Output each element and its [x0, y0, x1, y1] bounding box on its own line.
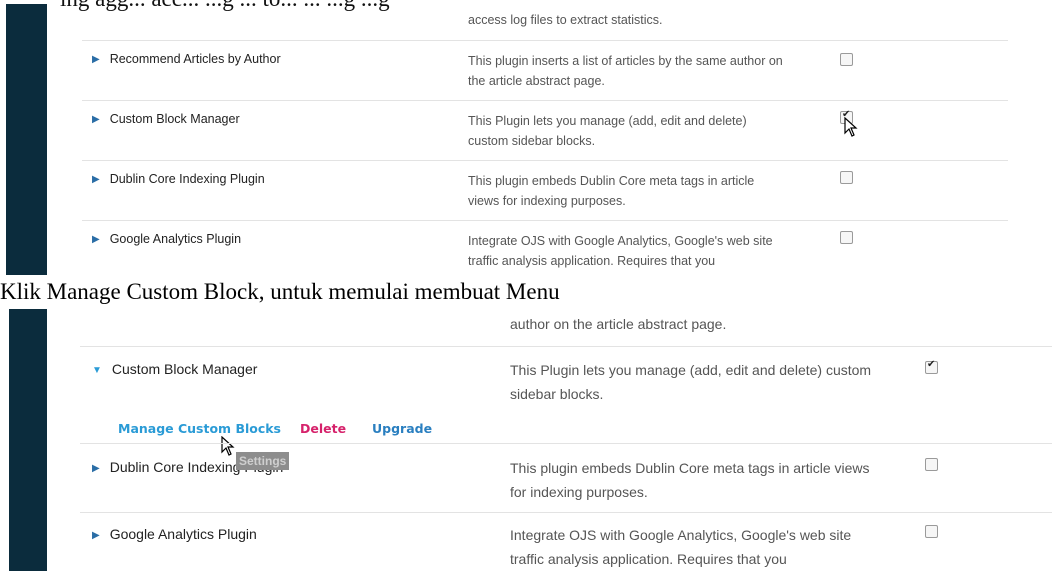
- plugin-name[interactable]: ▶ Google Analytics Plugin: [92, 232, 241, 246]
- tooltip: Settings: [236, 452, 290, 470]
- plugin-row-partial: ing agg... acc... ...g ... to... ... ...…: [60, 0, 1008, 41]
- plugin-desc: author on the article abstract page.: [510, 316, 727, 332]
- expand-arrow-icon[interactable]: ▶: [92, 174, 100, 185]
- enable-checkbox[interactable]: [925, 525, 938, 538]
- plugin-row[interactable]: ▶ Google Analytics Plugin Integrate OJS w…: [80, 511, 1052, 571]
- screenshot-plugin-list-2: author on the article abstract page. ▼ Cu…: [0, 309, 1052, 571]
- plugin-row[interactable]: ▶ Custom Block Manager This Plugin lets y…: [82, 100, 1008, 161]
- plugin-desc: This Plugin lets you manage (add, edit a…: [468, 114, 747, 148]
- sidebar-strip: [9, 309, 47, 571]
- plugin-desc: access log files to extract statistics.: [468, 13, 663, 27]
- manage-custom-blocks-link[interactable]: Manage Custom Blocks: [118, 421, 281, 436]
- sidebar-strip: [6, 4, 47, 275]
- plugin-row[interactable]: ▶ Recommend Articles by Author This plugi…: [82, 40, 1008, 101]
- plugin-desc: This plugin inserts a list of articles b…: [468, 54, 783, 88]
- collapse-arrow-icon[interactable]: ▼: [92, 365, 102, 376]
- instruction-caption: Klik Manage Custom Block, untuk memulai …: [0, 279, 560, 304]
- expand-arrow-icon[interactable]: ▶: [92, 463, 100, 474]
- plugin-desc: This Plugin lets you manage (add, edit a…: [510, 362, 872, 402]
- plugin-desc: This plugin embeds Dublin Core meta tags…: [468, 174, 755, 208]
- plugin-name[interactable]: ▶ Google Analytics Plugin: [92, 526, 257, 542]
- plugin-name[interactable]: ▶ Dublin Core Indexing Plugin: [92, 172, 265, 186]
- mouse-cursor-icon: [844, 117, 858, 137]
- expand-arrow-icon[interactable]: ▶: [92, 54, 100, 65]
- upgrade-link[interactable]: Upgrade: [372, 421, 432, 436]
- delete-link[interactable]: Delete: [300, 421, 346, 436]
- enable-checkbox[interactable]: [925, 359, 938, 374]
- enable-checkbox[interactable]: [840, 231, 853, 244]
- plugin-desc: Integrate OJS with Google Analytics, Goo…: [510, 527, 852, 567]
- plugin-name[interactable]: ▶ Recommend Articles by Author: [92, 52, 281, 66]
- plugin-row[interactable]: ▶ Dublin Core Indexing Plugin This plugin…: [80, 443, 1052, 513]
- plugin-row-partial: author on the article abstract page.: [80, 309, 1052, 347]
- enable-checkbox[interactable]: [925, 458, 938, 471]
- plugin-desc: This plugin embeds Dublin Core meta tags…: [510, 460, 870, 500]
- plugin-row[interactable]: ▶ Google Analytics Plugin Integrate OJS w…: [82, 220, 1008, 275]
- plugin-desc: Integrate OJS with Google Analytics, Goo…: [468, 234, 773, 268]
- screenshot-plugin-list-1: ing agg... acc... ...g ... to... ... ...…: [0, 0, 1052, 275]
- expand-arrow-icon[interactable]: ▶: [92, 530, 100, 541]
- expand-arrow-icon[interactable]: ▶: [92, 234, 100, 245]
- enable-checkbox[interactable]: [840, 53, 853, 66]
- cropped-heading-text: ing agg... acc... ...g ... to... ... ...…: [60, 0, 450, 12]
- expand-arrow-icon[interactable]: ▶: [92, 114, 100, 125]
- plugin-name[interactable]: ▼ Custom Block Manager: [92, 361, 257, 377]
- plugin-name[interactable]: ▶ Custom Block Manager: [92, 112, 240, 126]
- plugin-row[interactable]: ▶ Dublin Core Indexing Plugin This plugin…: [82, 160, 1008, 221]
- enable-checkbox[interactable]: [840, 171, 853, 184]
